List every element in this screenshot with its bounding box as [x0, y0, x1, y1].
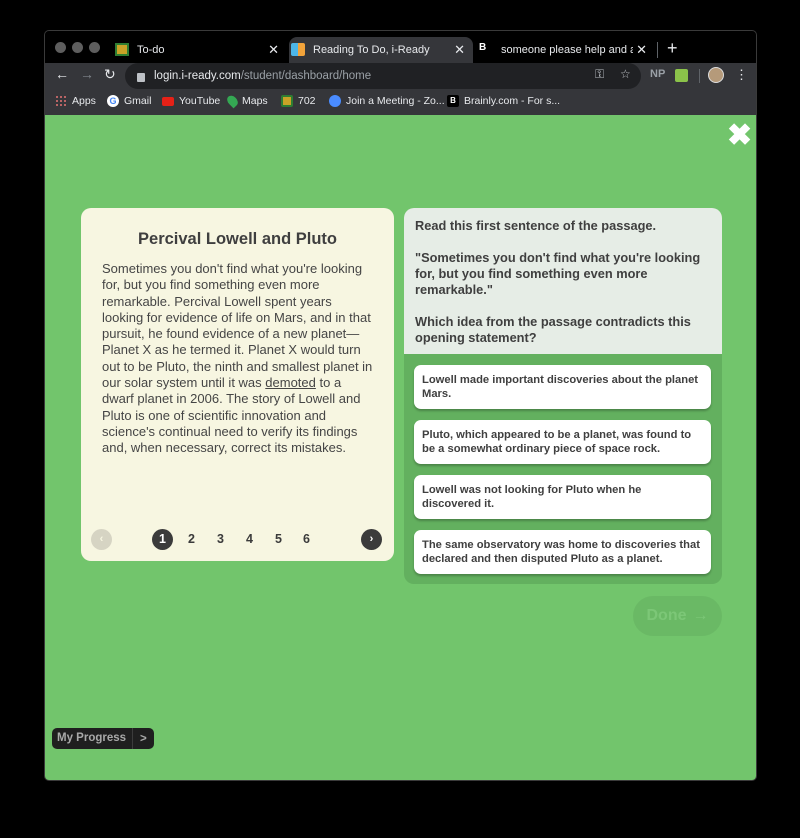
tab-label: To-do [137, 44, 165, 56]
question-prompt: Which idea from the passage contradicts … [415, 314, 691, 345]
browser-toolbar: ← → ↻ login.i-ready.com/student/dashboar… [45, 63, 756, 89]
page-4[interactable]: 4 [239, 529, 260, 550]
new-tab-button[interactable]: + [667, 38, 678, 59]
brainly-icon: B [447, 95, 459, 107]
star-icon[interactable]: ☆ [620, 67, 631, 81]
passage-title: Percival Lowell and Pluto [138, 230, 337, 248]
page-1[interactable]: 1 [152, 529, 173, 550]
bookmark-label: Brainly.com - For s... [464, 95, 561, 107]
menu-kebab-icon[interactable]: ⋮ [735, 67, 748, 83]
bookmark-label: YouTube [179, 95, 221, 107]
page-2[interactable]: 2 [181, 529, 202, 550]
url-host: login.i-ready.com [154, 70, 241, 82]
answer-choice-1[interactable]: Lowell made important discoveries about … [414, 365, 711, 409]
page-5[interactable]: 5 [268, 529, 289, 550]
passage-card: Percival Lowell and Pluto Sometimes you … [81, 208, 394, 561]
forward-arrow-icon[interactable]: → [80, 66, 94, 82]
bookmark-label: Join a Meeting - Zo... [346, 95, 445, 107]
youtube-icon [162, 96, 174, 106]
tab-divider [657, 42, 658, 58]
iready-icon [291, 43, 305, 56]
back-arrow-icon[interactable]: ← [55, 66, 69, 82]
zoom-icon [329, 95, 341, 107]
np-extension-icon[interactable]: NP [650, 68, 665, 80]
tab-brainly[interactable]: B someone please help and answe ✕ [477, 37, 655, 63]
tab-strip: To-do ✕ Reading To Do, i-Ready ✕ B someo… [45, 31, 756, 63]
profile-avatar[interactable] [708, 67, 724, 83]
passage-pager: ‹ 1 2 3 4 5 6 › [91, 529, 382, 551]
done-button[interactable]: Done → [633, 596, 722, 636]
my-progress-label: My Progress [52, 728, 134, 749]
tab-label: Reading To Do, i-Ready [313, 44, 430, 56]
bookmark-label: Maps [242, 95, 268, 107]
question-quote: "Sometimes you don't find what you're lo… [415, 250, 701, 297]
vocab-word-link[interactable]: demoted [265, 375, 316, 390]
browser-window: To-do ✕ Reading To Do, i-Ready ✕ B someo… [44, 30, 757, 781]
extension-icon[interactable] [675, 69, 688, 82]
tab-label: someone please help and answe [501, 44, 633, 56]
chevron-right-icon: > [140, 732, 147, 745]
minimize-window-button[interactable] [72, 42, 83, 53]
bookmark-label: Gmail [124, 95, 152, 107]
next-page-button[interactable]: › [361, 529, 382, 550]
toolbar-divider [699, 69, 700, 83]
bookmark-gmail[interactable]: G Gmail [107, 95, 151, 107]
bookmark-label: Apps [72, 95, 96, 107]
page-6[interactable]: 6 [296, 529, 317, 550]
apps-grid-icon [55, 95, 67, 107]
question-text: Read this first sentence of the passage.… [404, 208, 722, 354]
passage-text: Sometimes you don't find what you're loo… [102, 261, 374, 457]
arrow-right-icon: → [692, 607, 709, 624]
close-tab-icon[interactable]: ✕ [454, 42, 465, 58]
bookmark-702[interactable]: 702 [281, 95, 316, 107]
url-path: /student/dashboard/home [240, 70, 372, 82]
lock-icon [137, 72, 145, 82]
bookmark-brainly[interactable]: B Brainly.com - For s... [447, 95, 560, 107]
my-progress-button[interactable]: My Progress > [52, 728, 154, 749]
lesson-area: ✖ Percival Lowell and Pluto Sometimes yo… [45, 115, 756, 780]
bookmark-youtube[interactable]: YouTube [162, 95, 220, 107]
answer-choice-2[interactable]: Pluto, which appeared to be a planet, wa… [414, 420, 711, 464]
google-classroom-icon [115, 43, 129, 56]
bookmark-apps[interactable]: Apps [55, 95, 96, 107]
close-tab-icon[interactable]: ✕ [636, 42, 647, 58]
window-controls [55, 42, 100, 53]
answer-choice-3[interactable]: Lowell was not looking for Pluto when he… [414, 475, 711, 519]
close-window-button[interactable] [55, 42, 66, 53]
brainly-icon: B [479, 42, 487, 53]
previous-page-button[interactable]: ‹ [91, 529, 112, 550]
close-tab-icon[interactable]: ✕ [268, 42, 279, 58]
google-icon: G [107, 95, 119, 107]
question-panel: Read this first sentence of the passage.… [404, 208, 722, 584]
bookmarks-bar: Apps G Gmail YouTube Maps 702 Join a Mee… [45, 89, 756, 115]
done-label: Done [646, 607, 687, 624]
answer-choice-4[interactable]: The same observatory was home to discove… [414, 530, 711, 574]
address-bar[interactable]: login.i-ready.com/student/dashboard/home… [125, 63, 641, 89]
maps-pin-icon [225, 93, 240, 109]
tab-reading-to-do[interactable]: Reading To Do, i-Ready ✕ [289, 37, 473, 63]
tab-to-do[interactable]: To-do ✕ [113, 37, 287, 63]
reload-icon[interactable]: ↻ [104, 66, 116, 83]
bookmark-label: 702 [298, 95, 316, 107]
page-3[interactable]: 3 [210, 529, 231, 550]
maximize-window-button[interactable] [89, 42, 100, 53]
google-classroom-icon [281, 95, 293, 107]
question-intro: Read this first sentence of the passage. [415, 218, 657, 233]
close-lesson-icon[interactable]: ✖ [727, 121, 752, 151]
bookmark-zoom[interactable]: Join a Meeting - Zo... [329, 95, 445, 107]
passage-text-part: Sometimes you don't find what you're loo… [102, 261, 373, 391]
bookmark-maps[interactable]: Maps [225, 93, 268, 109]
key-icon[interactable]: ⚿ [595, 67, 604, 82]
